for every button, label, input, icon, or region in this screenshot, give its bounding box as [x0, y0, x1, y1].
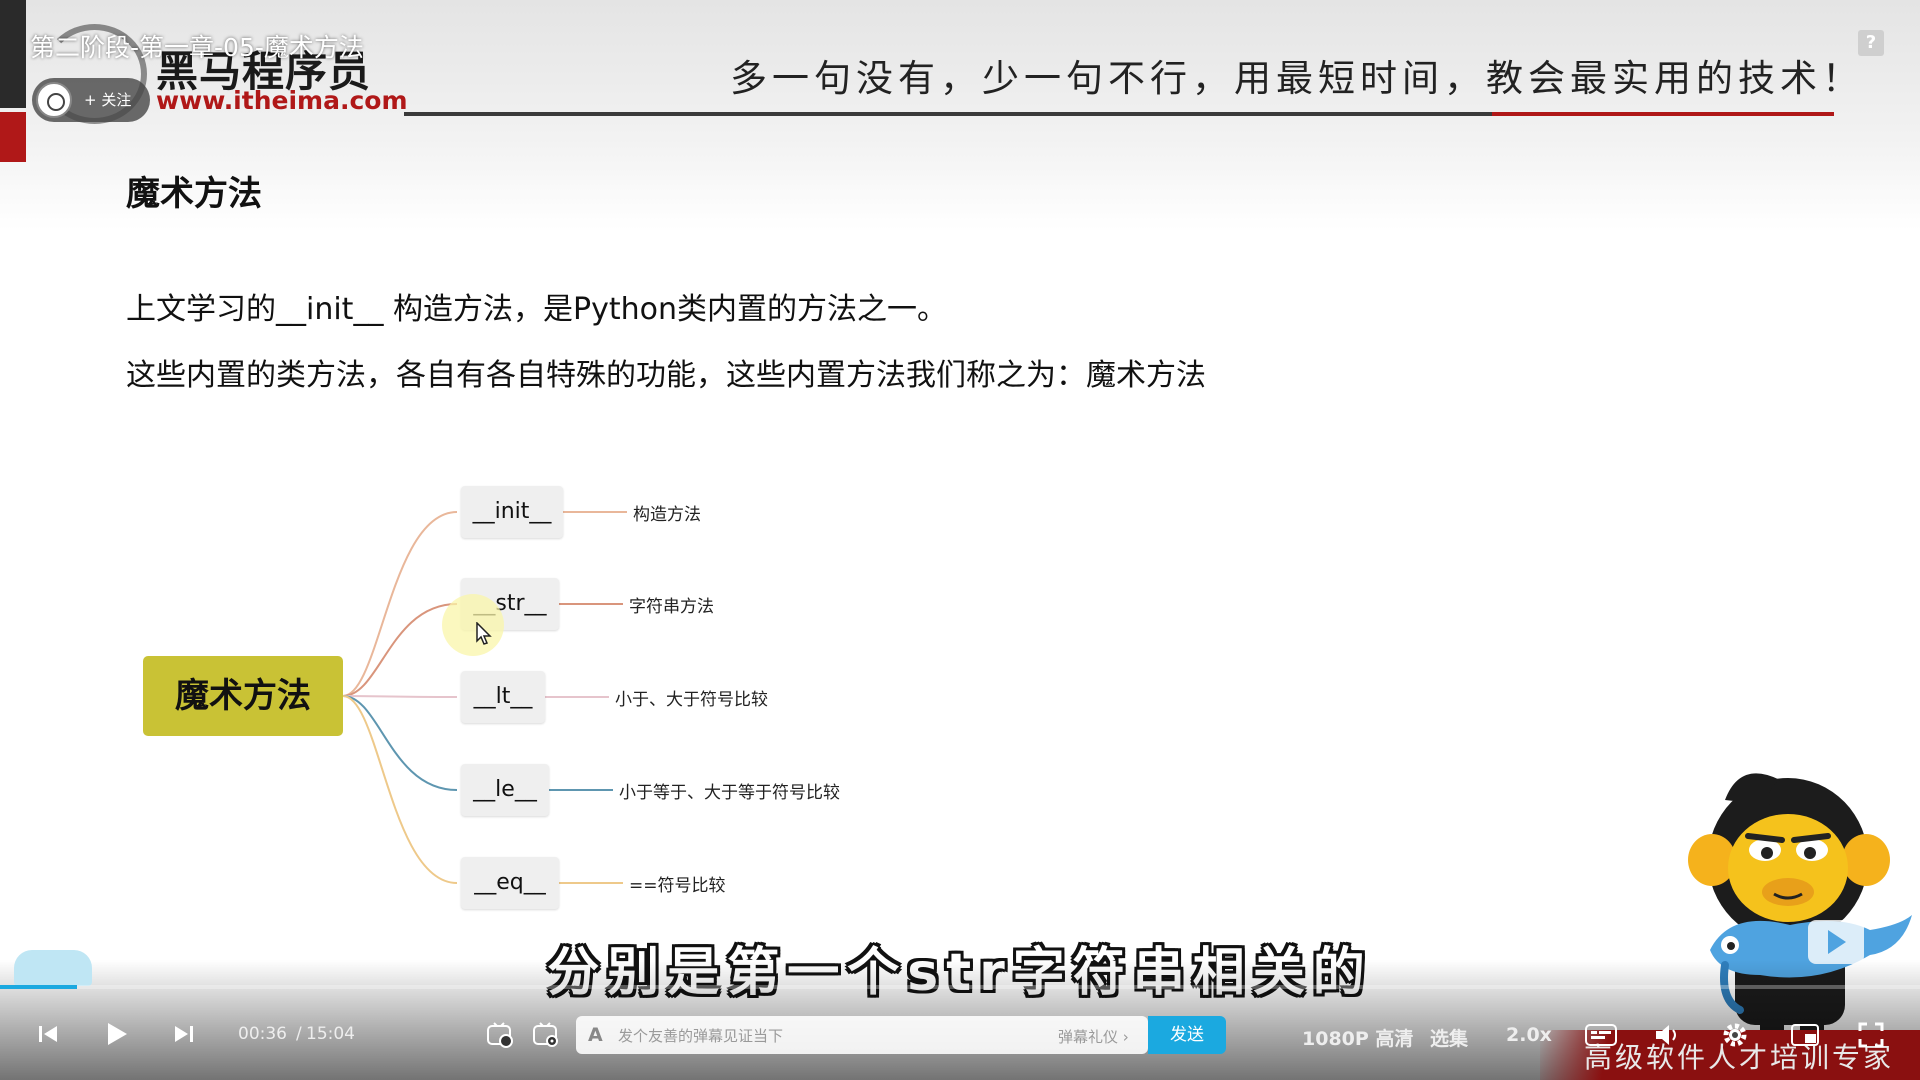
cursor-highlight: [442, 594, 504, 656]
progress-bar-played[interactable]: [0, 985, 77, 989]
time-separator: /: [296, 1024, 302, 1044]
episodes-button[interactable]: 选集: [1430, 1024, 1468, 1051]
mindmap-connectors: [342, 511, 627, 884]
subtitle-toggle-icon[interactable]: [1584, 1022, 1620, 1048]
mindmap-connector: [342, 511, 458, 697]
mindmap-root: 魔术方法: [143, 656, 343, 736]
progress-bar[interactable]: [0, 985, 1920, 989]
play-icon[interactable]: [102, 1020, 130, 1048]
send-danmaku-button[interactable]: 发送: [1148, 1016, 1226, 1054]
mindmap-connector: [342, 695, 458, 698]
volume-icon[interactable]: [1652, 1020, 1682, 1050]
mindmap-node: __init__: [461, 486, 563, 538]
mindmap-connector: [342, 695, 458, 884]
mindmap-node-description: 小于等于、大于等于符号比较: [619, 783, 840, 803]
mindmap-node-description: ==符号比较: [629, 876, 726, 896]
mindmap-node-description: 构造方法: [633, 505, 701, 525]
cloud-decoration: [14, 950, 92, 986]
mindmap-node: __le__: [461, 764, 549, 816]
speed-button[interactable]: 2.0x: [1506, 1024, 1552, 1046]
fullscreen-icon[interactable]: [1856, 1020, 1886, 1050]
next-icon[interactable]: [172, 1022, 196, 1046]
quality-button[interactable]: 1080P 高清: [1302, 1024, 1413, 1051]
danmaku-input[interactable]: [616, 1019, 1040, 1053]
mindmap-node-description: 字符串方法: [629, 597, 714, 617]
mindmap-node: __eq__: [461, 857, 559, 909]
previous-icon[interactable]: [36, 1022, 60, 1046]
danmaku-style-icon[interactable]: A: [588, 1024, 603, 1046]
settings-gear-icon[interactable]: [1720, 1020, 1750, 1050]
picture-in-picture-icon[interactable]: [1790, 1022, 1822, 1050]
danmaku-toggle-icon[interactable]: [486, 1022, 514, 1048]
mindmap-node: __lt__: [461, 671, 545, 723]
current-time: 00:36: [238, 1024, 287, 1044]
danmaku-etiquette-link[interactable]: 弹幕礼仪 ›: [1058, 1026, 1129, 1047]
total-time: 15:04: [306, 1024, 355, 1044]
mouse-cursor-icon: [476, 621, 492, 652]
danmaku-settings-icon[interactable]: [532, 1022, 560, 1048]
mindmap-node-description: 小于、大于符号比较: [615, 690, 768, 710]
